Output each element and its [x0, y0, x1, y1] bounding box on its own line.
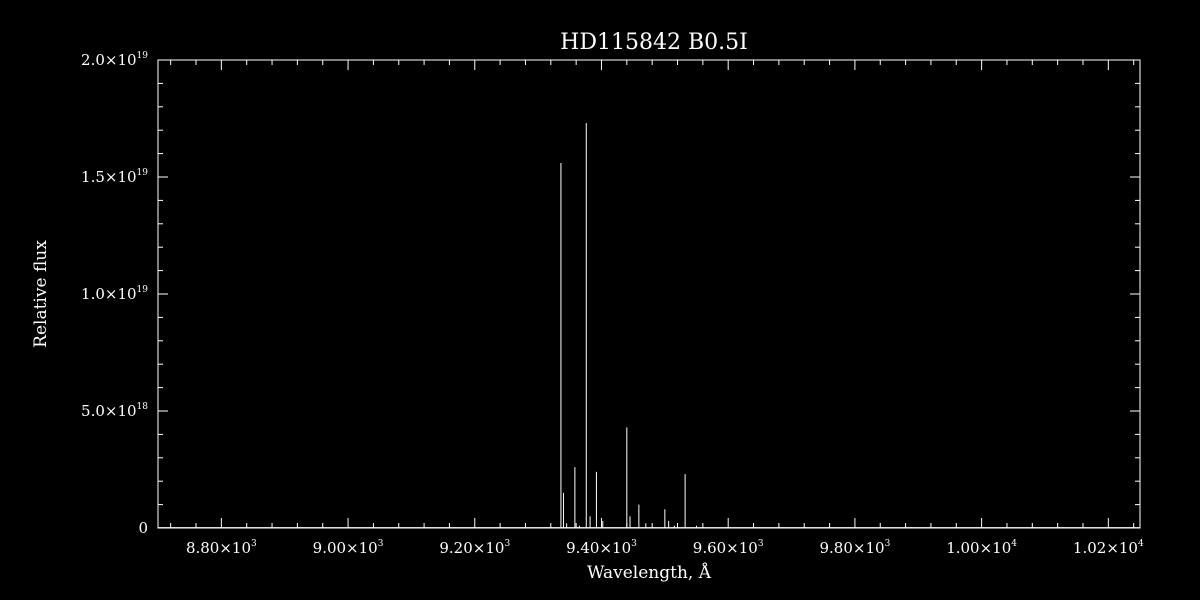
y-axis-label: Relative flux — [31, 240, 51, 348]
chart-title: HD115842 B0.5I — [560, 30, 748, 55]
y-tick-label: 1.0×1019 — [81, 285, 148, 303]
y-tick-label: 5.0×1018 — [81, 402, 148, 420]
x-tick-label: 9.80×103 — [820, 539, 891, 557]
y-tick-label: 1.5×1019 — [81, 168, 148, 186]
x-tick-label: 9.20×103 — [439, 539, 510, 557]
x-tick-label: 8.80×103 — [186, 539, 257, 557]
y-tick-label: 0 — [138, 519, 148, 537]
y-tick-label: 2.0×1019 — [81, 51, 148, 69]
tick-labels: 8.80×103 9.00×103 9.20×103 9.40×103 9.60×103… — [81, 51, 1144, 557]
axis-ticks — [158, 59, 1140, 529]
x-tick-label: 1.02×104 — [1073, 539, 1144, 557]
plot-frame — [157, 59, 1141, 529]
x-axis-label: Wavelength, Å — [587, 562, 712, 583]
spectrum-chart: HD115842 B0.5I Wavelength, Å Relative fl… — [31, 30, 1144, 583]
x-tick-label: 9.40×103 — [566, 539, 637, 557]
x-tick-label: 9.00×103 — [313, 539, 384, 557]
x-tick-label: 1.00×104 — [946, 539, 1017, 557]
x-tick-label: 9.60×103 — [693, 539, 764, 557]
spectrum-series — [158, 123, 1140, 528]
